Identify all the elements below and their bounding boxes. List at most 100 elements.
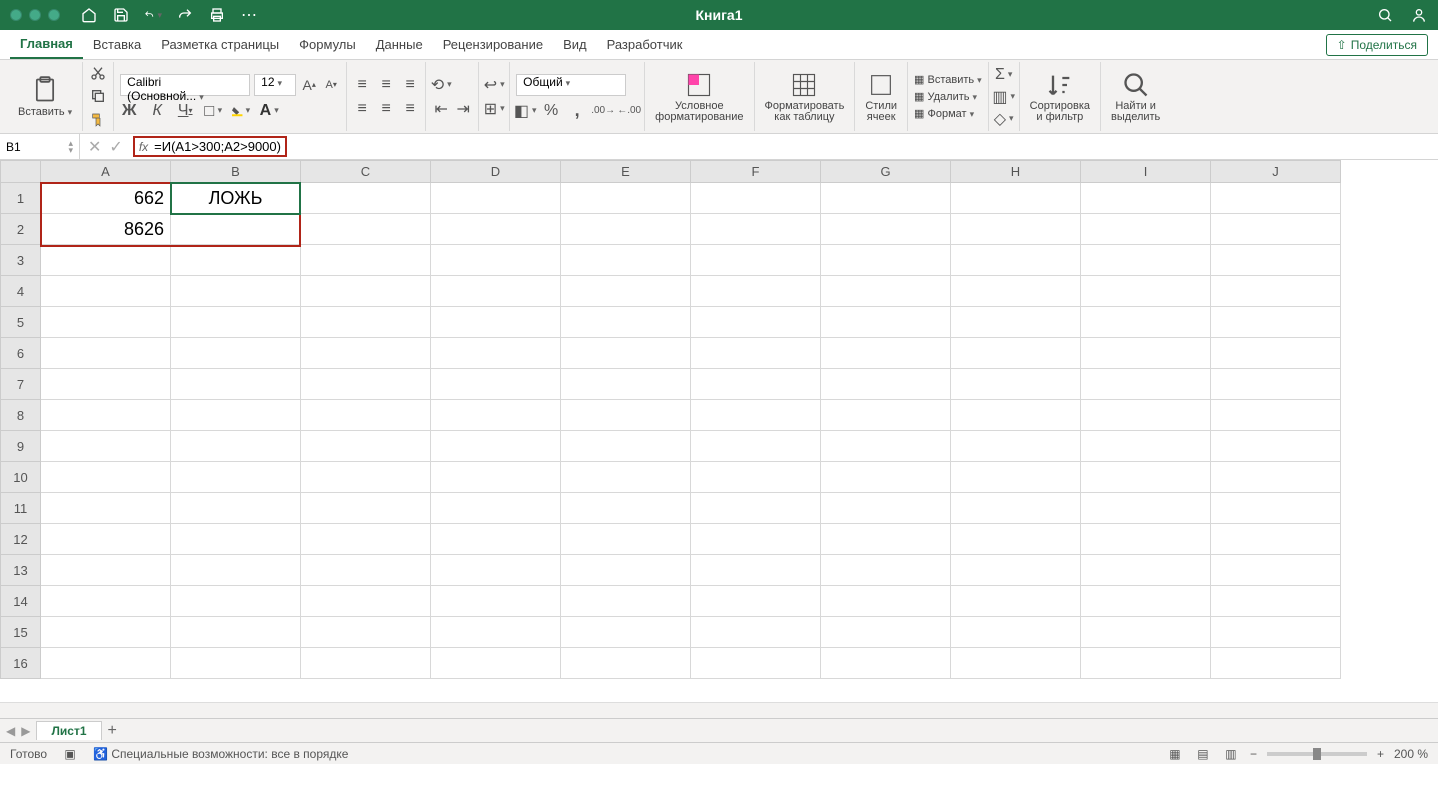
- cell-G10[interactable]: [821, 462, 951, 493]
- zoom-slider[interactable]: [1267, 752, 1367, 756]
- cell-H6[interactable]: [951, 338, 1081, 369]
- cell-I14[interactable]: [1081, 586, 1211, 617]
- cell-E3[interactable]: [561, 245, 691, 276]
- cell-E4[interactable]: [561, 276, 691, 307]
- cell-F16[interactable]: [691, 648, 821, 679]
- tab-data[interactable]: Данные: [366, 31, 433, 58]
- cell-A12[interactable]: [41, 524, 171, 555]
- cell-A14[interactable]: [41, 586, 171, 617]
- cell-H13[interactable]: [951, 555, 1081, 586]
- cell-G16[interactable]: [821, 648, 951, 679]
- cell-I4[interactable]: [1081, 276, 1211, 307]
- copy-icon[interactable]: [89, 87, 107, 105]
- cell-J3[interactable]: [1211, 245, 1341, 276]
- cell-E2[interactable]: [561, 214, 691, 245]
- cell-F6[interactable]: [691, 338, 821, 369]
- cell-F5[interactable]: [691, 307, 821, 338]
- cell-F9[interactable]: [691, 431, 821, 462]
- cell-E15[interactable]: [561, 617, 691, 648]
- search-icon[interactable]: [1376, 6, 1394, 24]
- save-icon[interactable]: [112, 6, 130, 24]
- cell-H9[interactable]: [951, 431, 1081, 462]
- cell-D4[interactable]: [431, 276, 561, 307]
- cell-H1[interactable]: [951, 183, 1081, 214]
- prev-sheet-icon[interactable]: ◀: [6, 724, 15, 738]
- more-icon[interactable]: ⋯: [240, 6, 258, 24]
- cell-A15[interactable]: [41, 617, 171, 648]
- view-normal-icon[interactable]: ▦: [1166, 745, 1184, 763]
- cell-D11[interactable]: [431, 493, 561, 524]
- inc-decimal-icon[interactable]: .00→: [594, 102, 612, 120]
- formula-input[interactable]: =И(A1>300;A2>9000): [154, 139, 281, 154]
- cell-C4[interactable]: [301, 276, 431, 307]
- cell-B14[interactable]: [171, 586, 301, 617]
- macro-icon[interactable]: ▣: [61, 745, 79, 763]
- cell-G8[interactable]: [821, 400, 951, 431]
- cell-A10[interactable]: [41, 462, 171, 493]
- cell-H10[interactable]: [951, 462, 1081, 493]
- font-size-select[interactable]: 12: [254, 74, 296, 96]
- align-center-icon[interactable]: ≡: [377, 100, 395, 118]
- cell-J13[interactable]: [1211, 555, 1341, 586]
- cell-A9[interactable]: [41, 431, 171, 462]
- cell-G3[interactable]: [821, 245, 951, 276]
- cell-G14[interactable]: [821, 586, 951, 617]
- dec-decimal-icon[interactable]: ←.00: [620, 102, 638, 120]
- spreadsheet-grid[interactable]: ABCDEFGHIJ1662ЛОЖЬ2862634567891011121314…: [0, 160, 1438, 702]
- confirm-icon[interactable]: ✓: [109, 137, 122, 157]
- cell-J7[interactable]: [1211, 369, 1341, 400]
- cell-C6[interactable]: [301, 338, 431, 369]
- cell-C10[interactable]: [301, 462, 431, 493]
- cut-icon[interactable]: [89, 64, 107, 82]
- clear-icon[interactable]: ◇: [995, 110, 1013, 128]
- cell-A4[interactable]: [41, 276, 171, 307]
- insert-cells-button[interactable]: ▦ Вставить: [914, 73, 982, 86]
- cell-G9[interactable]: [821, 431, 951, 462]
- percent-icon[interactable]: %: [542, 102, 560, 120]
- sort-filter-button[interactable]: Сортировка и фильтр: [1026, 69, 1094, 125]
- underline-button[interactable]: Ч ▾: [176, 102, 194, 120]
- cell-G13[interactable]: [821, 555, 951, 586]
- cell-D14[interactable]: [431, 586, 561, 617]
- cell-D7[interactable]: [431, 369, 561, 400]
- cell-E11[interactable]: [561, 493, 691, 524]
- cell-D10[interactable]: [431, 462, 561, 493]
- currency-icon[interactable]: ◧: [516, 102, 534, 120]
- cell-E5[interactable]: [561, 307, 691, 338]
- tab-view[interactable]: Вид: [553, 31, 597, 58]
- cell-E1[interactable]: [561, 183, 691, 214]
- font-color-button[interactable]: А: [260, 102, 278, 120]
- paste-button[interactable]: Вставить: [14, 74, 76, 120]
- cell-G12[interactable]: [821, 524, 951, 555]
- cell-styles-button[interactable]: Стили ячеек: [861, 69, 901, 125]
- horizontal-scrollbar[interactable]: [0, 702, 1438, 718]
- cell-J2[interactable]: [1211, 214, 1341, 245]
- cell-B9[interactable]: [171, 431, 301, 462]
- cell-B8[interactable]: [171, 400, 301, 431]
- cell-E10[interactable]: [561, 462, 691, 493]
- cell-I1[interactable]: [1081, 183, 1211, 214]
- tab-layout[interactable]: Разметка страницы: [151, 31, 289, 58]
- undo-icon[interactable]: [144, 6, 162, 24]
- cell-H2[interactable]: [951, 214, 1081, 245]
- zoom-out-icon[interactable]: −: [1250, 747, 1257, 761]
- cell-F7[interactable]: [691, 369, 821, 400]
- cell-I8[interactable]: [1081, 400, 1211, 431]
- align-right-icon[interactable]: ≡: [401, 100, 419, 118]
- cell-B4[interactable]: [171, 276, 301, 307]
- cell-D1[interactable]: [431, 183, 561, 214]
- cell-A2[interactable]: 8626: [41, 214, 171, 245]
- cell-B15[interactable]: [171, 617, 301, 648]
- cell-J12[interactable]: [1211, 524, 1341, 555]
- cell-E9[interactable]: [561, 431, 691, 462]
- cell-H8[interactable]: [951, 400, 1081, 431]
- cell-H3[interactable]: [951, 245, 1081, 276]
- indent-inc-icon[interactable]: ⇥: [454, 100, 472, 118]
- cell-D12[interactable]: [431, 524, 561, 555]
- cell-G7[interactable]: [821, 369, 951, 400]
- view-break-icon[interactable]: ▥: [1222, 745, 1240, 763]
- cell-G4[interactable]: [821, 276, 951, 307]
- cell-F12[interactable]: [691, 524, 821, 555]
- cell-C7[interactable]: [301, 369, 431, 400]
- cell-B5[interactable]: [171, 307, 301, 338]
